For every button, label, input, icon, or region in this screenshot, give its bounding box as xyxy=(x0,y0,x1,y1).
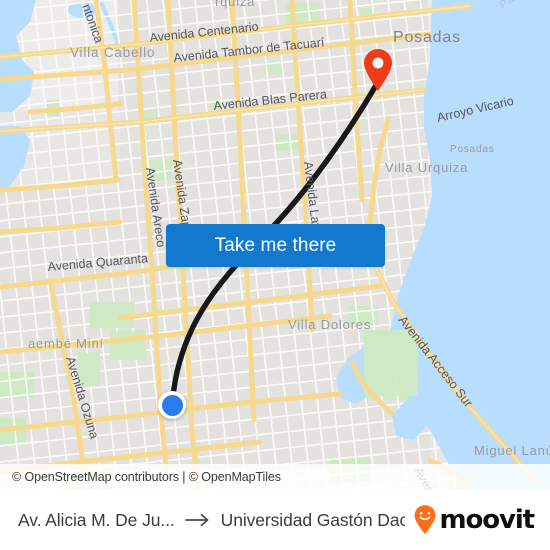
trip-summary[interactable]: Av. Alicia M. De Ju... Universidad Gastó… xyxy=(18,510,405,531)
trip-destination-label: Universidad Gastón Dachary ... xyxy=(220,509,406,530)
origin-dot-fill xyxy=(161,394,183,416)
attribution-text: © OpenStreetMap contributors | © OpenMap… xyxy=(12,470,281,484)
map-label: Villa Dolores xyxy=(288,317,371,332)
map-label: aembé Miní xyxy=(28,336,104,351)
destination-pin[interactable] xyxy=(362,48,394,92)
map-label: Posadas xyxy=(393,29,461,46)
moovit-logo: moovit xyxy=(413,505,535,535)
map-label: Posadas xyxy=(450,144,495,155)
destination-pin-icon xyxy=(364,49,392,91)
trip-origin-label: Av. Alicia M. De Ju... xyxy=(18,509,175,530)
map-canvas[interactable]: Avenida Centenario Avenida Tambor de Tacu… xyxy=(0,0,550,490)
moovit-wordmark: moovit xyxy=(439,505,535,535)
origin-dot-ring xyxy=(158,391,186,419)
map-label: rquiza xyxy=(215,0,255,9)
map-attribution: © OpenStreetMap contributors | © OpenMap… xyxy=(0,464,550,490)
moovit-map-screen: Avenida Centenario Avenida Tambor de Tacu… xyxy=(0,0,550,550)
trip-bottom-bar: Av. Alicia M. De Ju... Universidad Gastó… xyxy=(0,490,550,550)
moovit-pin-icon xyxy=(414,505,436,534)
origin-dot[interactable] xyxy=(158,391,186,419)
take-me-there-button[interactable]: Take me there xyxy=(166,224,385,267)
map-label: Villa Cabello xyxy=(70,45,155,60)
arrow-right-icon xyxy=(184,513,211,527)
map-label: Villa Urquiza xyxy=(385,160,468,175)
map-label: Miguel Lanús xyxy=(474,443,550,458)
